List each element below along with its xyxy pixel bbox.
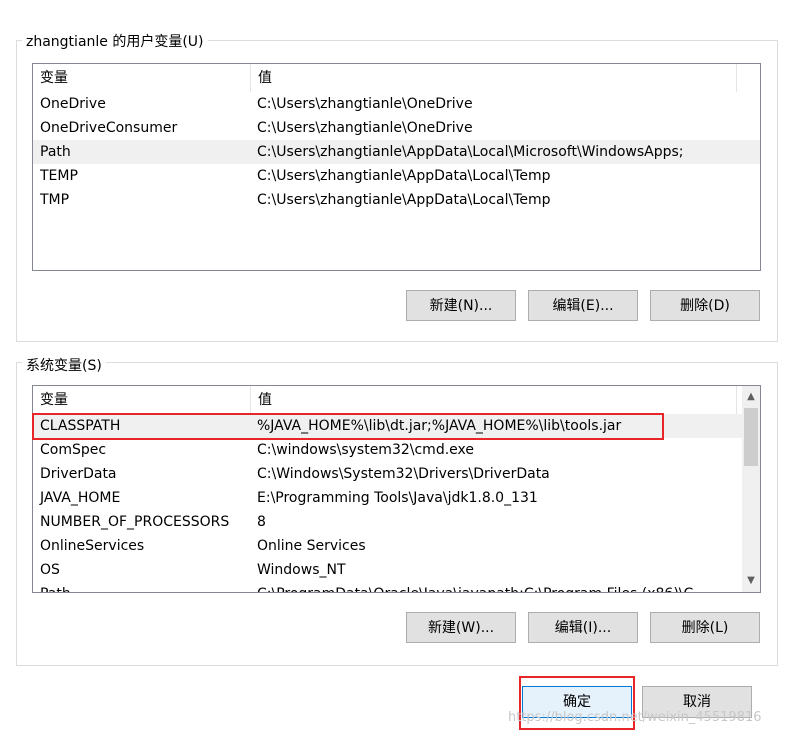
list-header: 变量 值 [33,64,760,92]
variable-name: Path [33,582,71,592]
variable-value: C:\Windows\System32\Drivers\DriverData [257,466,550,482]
table-row[interactable]: NUMBER_OF_PROCESSORS 8 [33,510,742,534]
user-variables-title: zhangtianle 的用户变量(U) [22,31,208,51]
table-row[interactable]: TEMP C:\Users\zhangtianle\AppData\Local\T… [33,164,760,188]
system-new-button[interactable]: 新建(W)... [406,612,516,643]
variable-name: TMP [40,192,70,208]
column-header-value[interactable]: 值 [251,64,737,92]
scrollbar-thumb[interactable] [744,408,758,466]
table-row[interactable]: Path C:\Users\zhangtianle\AppData\Local\M… [33,140,760,164]
scroll-down-icon[interactable]: ▼ [742,572,760,590]
table-row[interactable]: DriverData C:\Windows\System32\Drivers\Dr… [33,462,742,486]
variable-name: OneDrive [40,96,106,112]
variable-name: OneDriveConsumer [40,120,178,136]
variable-name: ComSpec [40,442,107,458]
table-row[interactable]: OneDrive C:\Users\zhangtianle\OneDrive [33,92,760,116]
column-header-value[interactable]: 值 [251,386,737,414]
list-header: 变量 值 [33,386,760,414]
variable-name: DriverData [40,466,117,482]
column-header-name[interactable]: 变量 [33,64,251,92]
system-edit-button[interactable]: 编辑(I)... [528,612,638,643]
variable-value: Online Services [257,538,366,554]
variable-value: E:\Programming Tools\Java\jdk1.8.0_131 [257,490,538,506]
watermark: https://blog.csdn.net/weixin_45519816 [508,710,762,725]
user-new-button[interactable]: 新建(N)... [406,290,516,321]
variable-value: C:\Users\zhangtianle\OneDrive [257,96,473,112]
classpath-highlight-box [32,413,664,440]
variable-value: C:\ProgramData\Oracle\Java\javapath;C:\P… [250,582,707,592]
vertical-scrollbar[interactable]: ▲ ▼ [742,386,760,592]
user-edit-button[interactable]: 编辑(E)... [528,290,638,321]
column-header-name[interactable]: 变量 [33,386,251,414]
variable-value: Windows_NT [257,562,346,578]
variable-name: Path [40,144,71,160]
user-variables-list[interactable]: 变量 值 OneDrive C:\Users\zhangtianle\OneDri… [32,63,761,271]
variable-name: OnlineServices [40,538,145,554]
variable-name: JAVA_HOME [40,490,121,506]
variable-value: C:\Users\zhangtianle\AppData\Local\Micro… [257,144,684,160]
table-row[interactable]: ComSpec C:\windows\system32\cmd.exe [33,438,742,462]
variable-value: C:\Users\zhangtianle\AppData\Local\Temp [257,192,551,208]
system-variables-title: 系统变量(S) [22,355,106,375]
variable-value: 8 [257,514,266,530]
variable-name: TEMP [40,168,78,184]
variable-value: C:\Users\zhangtianle\AppData\Local\Temp [257,168,551,184]
variable-value: C:\Users\zhangtianle\OneDrive [257,120,473,136]
table-row[interactable]: TMP C:\Users\zhangtianle\AppData\Local\Te… [33,188,760,212]
scroll-up-icon[interactable]: ▲ [742,388,760,406]
variable-name: NUMBER_OF_PROCESSORS [40,514,230,530]
system-delete-button[interactable]: 删除(L) [650,612,760,643]
table-row[interactable]: OnlineServices Online Services [33,534,742,558]
user-delete-button[interactable]: 删除(D) [650,290,760,321]
variable-name: OS [40,562,60,578]
table-row[interactable]: OneDriveConsumer C:\Users\zhangtianle\One… [33,116,760,140]
table-row[interactable]: Path C:\ProgramData\Oracle\Java\javapath;… [33,582,742,592]
table-row[interactable]: JAVA_HOME E:\Programming Tools\Java\jdk1.… [33,486,742,510]
table-row[interactable]: OS Windows_NT [33,558,742,582]
variable-value: C:\windows\system32\cmd.exe [257,442,474,458]
